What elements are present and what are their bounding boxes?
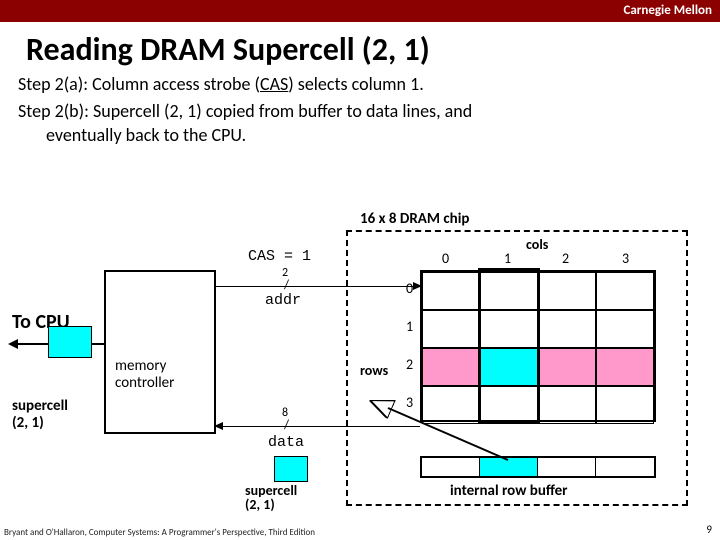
brand-text: Carnegie Mellon bbox=[623, 3, 712, 18]
supercell-left-label: supercell(2, 1) bbox=[12, 398, 68, 431]
cas-assignment: CAS = 1 bbox=[248, 248, 311, 265]
rows-label: rows bbox=[360, 362, 388, 379]
supercell-data-label: supercell(2, 1) bbox=[245, 484, 297, 512]
footer-citation: Bryant and O'Hallaron, Computer Systems:… bbox=[4, 527, 315, 538]
header-bar: Carnegie Mellon bbox=[0, 0, 720, 22]
step-2b: Step 2(b): Supercell (2, 1) copied from … bbox=[18, 100, 720, 147]
step-2a: Step 2(a): Column access strobe (CAS) se… bbox=[18, 73, 720, 96]
buffer-to-grid-arrow bbox=[368, 400, 518, 470]
row-1: 1 bbox=[406, 318, 413, 335]
cas-term: CAS bbox=[260, 73, 288, 95]
cpu-data-box bbox=[48, 326, 92, 358]
addr-bus-line bbox=[216, 286, 420, 287]
buffer-label: internal row buffer bbox=[450, 482, 568, 500]
slide-title: Reading DRAM Supercell (2, 1) bbox=[26, 30, 720, 69]
data-bus-label: data bbox=[268, 434, 304, 451]
col-2: 2 bbox=[562, 250, 569, 267]
col-3: 3 bbox=[622, 250, 629, 267]
chip-label: 16 x 8 DRAM chip bbox=[360, 210, 469, 228]
dram-diagram: 16 x 8 DRAM chip cols rows 0 1 2 3 0 1 2… bbox=[0, 210, 720, 530]
data-line-box bbox=[274, 456, 308, 482]
memory-controller-box bbox=[104, 270, 216, 434]
memory-controller-label: memorycontroller bbox=[115, 358, 174, 391]
col-0: 0 bbox=[442, 250, 449, 267]
cols-label: cols bbox=[526, 236, 548, 253]
row-2: 2 bbox=[406, 356, 413, 373]
addr-bus-label: addr bbox=[265, 292, 301, 309]
page-number: 9 bbox=[706, 523, 712, 536]
col-1: 1 bbox=[504, 250, 511, 267]
